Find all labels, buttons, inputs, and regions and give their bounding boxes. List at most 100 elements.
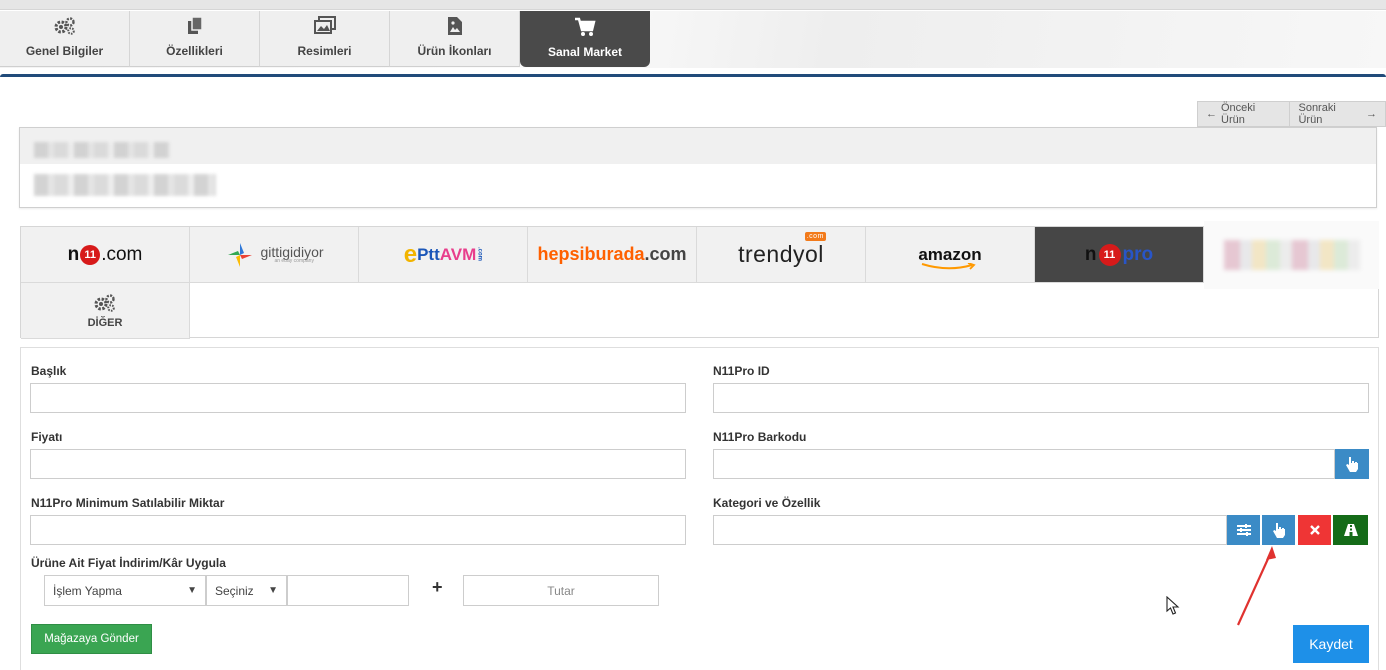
marketplace-grid: n 11 .com gittigidiyor an ebay company e… (20, 221, 1379, 339)
secim-select[interactable]: Seçiniz ▼ (206, 575, 287, 606)
cart-icon (574, 17, 596, 39)
market-pttavm[interactable]: e Ptt AVM .com (359, 227, 528, 283)
product-name-row (20, 164, 1376, 201)
gears-icon (94, 293, 115, 312)
chevron-down-icon: ▼ (187, 585, 197, 596)
n11-logo-n: n (67, 243, 80, 265)
market-trendyol[interactable]: trendyol .com (697, 227, 866, 283)
barkod-label: N11Pro Barkodu (713, 430, 807, 444)
pttavm-logo-ptt: Ptt (417, 244, 440, 264)
tab-label: Özellikleri (166, 44, 223, 58)
amazon-smile-icon (922, 262, 977, 270)
previous-product-label: Önceki Ürün (1221, 102, 1256, 126)
trendyol-logo: trendyol .com (738, 232, 826, 268)
close-icon (1309, 525, 1320, 535)
tutar-placeholder: Tutar (547, 583, 575, 598)
n11-logo-number: 11 (84, 248, 97, 261)
market-other[interactable]: DİĞER (21, 283, 190, 339)
tab-label: Ürün İkonları (417, 44, 492, 58)
tab-genel-bilgiler[interactable]: Genel Bilgiler (0, 11, 130, 67)
kategori-label: Kategori ve Özellik (713, 496, 821, 510)
min-miktar-input[interactable] (30, 515, 686, 545)
next-product-label: Sonraki Ürün (1298, 102, 1336, 126)
hand-pointer-icon (1346, 457, 1358, 472)
other-market-label: DİĞER (87, 316, 123, 329)
plus-sign: + (432, 577, 443, 597)
chevron-down-icon: ▼ (268, 585, 278, 596)
arrow-left-icon: ← (1206, 108, 1217, 120)
mouse-cursor-icon (1166, 596, 1180, 615)
trendyol-badge: .com (804, 232, 826, 241)
pttavm-logo: e Ptt AVM .com (404, 241, 483, 269)
market-redacted[interactable] (1204, 221, 1379, 289)
market-gittigidiyor[interactable]: gittigidiyor an ebay company (190, 227, 359, 283)
gears-icon (54, 16, 76, 38)
hand-pointer-icon (1272, 523, 1285, 538)
n11-logo-badge: 11 (80, 244, 101, 265)
n11pro-logo: n 11 pro (1084, 243, 1154, 266)
redacted-market-logo (1223, 240, 1360, 270)
n11pro-logo-badge: 11 (1098, 243, 1121, 266)
n11pro-logo-number: 11 (1103, 248, 1116, 261)
market-n11[interactable]: n 11 .com (21, 227, 190, 283)
send-to-store-label: Mağazaya Gönder (44, 633, 139, 645)
save-label: Kaydet (1309, 636, 1353, 652)
baslik-label: Başlık (31, 364, 67, 378)
pttavm-logo-com: .com (476, 247, 483, 262)
market-n11pro[interactable]: n 11 pro (1035, 227, 1204, 283)
hepsiburada-logo: hepsiburada.com (537, 244, 686, 265)
product-header (19, 127, 1377, 208)
tutar-input[interactable]: Tutar (463, 575, 659, 606)
n11-logo-suffix: .com (101, 243, 143, 265)
tab-label: Genel Bilgiler (25, 44, 104, 58)
indirim-label: Ürüne Ait Fiyat İndirim/Kâr Uygula (31, 556, 226, 570)
n11pro-logo-n: n (1084, 243, 1097, 265)
islem-select[interactable]: İşlem Yapma ▼ (44, 575, 206, 606)
tab-bar: Genel Bilgiler Özellikleri Resimleri Ürü… (0, 11, 650, 67)
gittigidiyor-pinwheel-icon (228, 242, 253, 267)
n11-logo: n 11 .com (67, 243, 143, 266)
hepsiburada-suffix: .com (644, 244, 687, 264)
baslik-input[interactable] (30, 383, 686, 413)
market-hepsiburada[interactable]: hepsiburada.com (528, 227, 697, 283)
tab-underline (0, 74, 1386, 77)
kategori-input[interactable] (713, 515, 1227, 545)
barkod-pick-button[interactable] (1335, 449, 1369, 479)
n11pro-logo-suffix: pro (1122, 243, 1154, 265)
fiyat-input[interactable] (30, 449, 686, 479)
min-miktar-label: N11Pro Minimum Satılabilir Miktar (31, 496, 225, 510)
redacted-product-name (34, 174, 216, 196)
gittigidiyor-logo: gittigidiyor an ebay company (224, 239, 324, 271)
product-code-row (20, 128, 1376, 164)
send-to-store-button[interactable]: Mağazaya Gönder (31, 624, 152, 654)
n11pro-id-input[interactable] (713, 383, 1369, 413)
barkod-input[interactable] (713, 449, 1335, 479)
gittigidiyor-name: gittigidiyor (260, 244, 324, 260)
kategori-road-button[interactable] (1333, 515, 1368, 545)
fiyat-label: Fiyatı (31, 430, 63, 444)
tab-resimleri[interactable]: Resimleri (260, 11, 390, 67)
tab-label: Resimleri (297, 44, 352, 58)
previous-product-button[interactable]: ← Önceki Ürün (1197, 101, 1291, 127)
product-navigation: ← Önceki Ürün Sonraki Ürün → (1197, 101, 1386, 127)
top-strip (0, 0, 1386, 10)
amazon-name: amazon (918, 244, 982, 264)
pttavm-logo-avm: AVM (439, 244, 477, 264)
tab-sanal-market[interactable]: Sanal Market (520, 11, 650, 67)
redacted-product-code (34, 142, 170, 158)
file-image-icon (447, 16, 463, 38)
market-amazon[interactable]: amazon (866, 227, 1035, 283)
copy-icon (186, 16, 204, 38)
n11pro-id-label: N11Pro ID (713, 364, 770, 378)
islem-select-value: İşlem Yapma (53, 583, 122, 598)
gittigidiyor-sub: an ebay company (274, 258, 314, 264)
oran-input[interactable] (287, 575, 409, 606)
annotation-arrow (1236, 546, 1276, 626)
kategori-clear-button[interactable] (1298, 515, 1331, 545)
save-button[interactable]: Kaydet (1293, 625, 1369, 663)
tab-ozellikleri[interactable]: Özellikleri (130, 11, 260, 67)
pttavm-logo-e: e (403, 240, 418, 268)
images-icon (313, 16, 336, 38)
tab-urun-ikonlari[interactable]: Ürün İkonları (390, 11, 520, 67)
next-product-button[interactable]: Sonraki Ürün → (1290, 101, 1386, 127)
